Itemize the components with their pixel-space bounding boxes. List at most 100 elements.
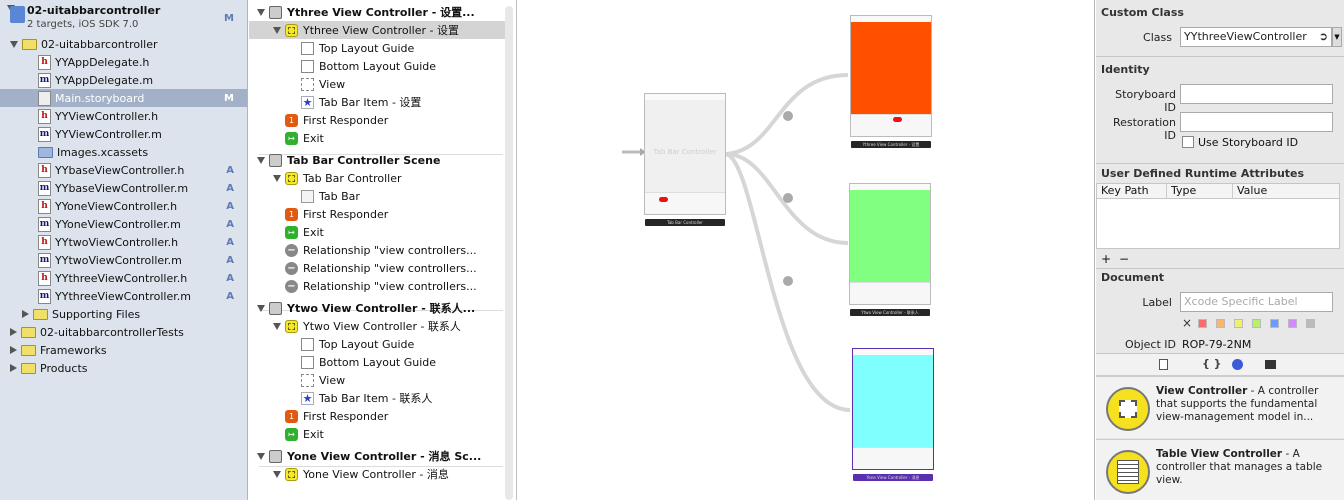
outline-item[interactable]: ↦ Exit [249, 425, 505, 443]
scene-caption: Ythree View Controller - 设置 [851, 141, 931, 148]
color-swatch[interactable] [1234, 319, 1243, 328]
outline-item[interactable]: 1 First Responder [249, 111, 505, 129]
class-field[interactable]: YYthreeViewController ➲ [1180, 27, 1332, 47]
outline-scrollbar[interactable] [505, 6, 513, 500]
outline-item[interactable]: Ytwo View Controller - 联系人 [249, 317, 505, 335]
view-controller-scene[interactable] [849, 183, 931, 305]
outline-item[interactable]: View [249, 75, 505, 93]
outline-item[interactable]: ↦ Exit [249, 129, 505, 147]
navigator-item[interactable]: m YYthreeViewController.m A [0, 287, 247, 305]
disclosure-triangle-icon[interactable] [273, 26, 281, 34]
segue-lines [622, 73, 851, 412]
color-swatch[interactable] [1288, 319, 1297, 328]
use-storyboard-id-checkbox[interactable] [1182, 136, 1194, 148]
remove-attribute-button[interactable]: − [1119, 252, 1129, 266]
disclosure-triangle-icon[interactable] [257, 452, 265, 460]
navigator-item[interactable]: m YYbaseViewController.m A [0, 179, 247, 197]
navigator-item[interactable]: m YYAppDelegate.m [0, 71, 247, 89]
disclosure-triangle-icon[interactable] [273, 322, 281, 330]
outline-item[interactable]: ↦ Exit [249, 223, 505, 241]
exit-icon: ↦ [285, 225, 298, 239]
navigator-item-label: YYViewController.m [55, 127, 162, 141]
code-snippet-icon[interactable]: { } [1202, 357, 1222, 370]
outline-item[interactable]: Bottom Layout Guide [249, 57, 505, 75]
outline-item[interactable]: Top Layout Guide [249, 39, 505, 57]
navigator-item[interactable]: Frameworks [0, 341, 247, 359]
media-library-icon[interactable] [1265, 360, 1276, 369]
navigator-item-label: Supporting Files [52, 307, 141, 321]
navigator-item[interactable]: 02-uitabbarcontroller [0, 35, 247, 53]
outline-item[interactable]: Top Layout Guide [249, 335, 505, 353]
outline-item[interactable]: Ythree View Controller - 设置... [249, 3, 505, 21]
color-swatch[interactable] [1270, 319, 1279, 328]
outline-item[interactable]: View [249, 371, 505, 389]
color-swatch[interactable] [1252, 319, 1261, 328]
outline-item[interactable]: Ythree View Controller - 设置 [249, 21, 505, 39]
navigator-item[interactable]: Products [0, 359, 247, 377]
navigator-item[interactable]: h YYbaseViewController.h A [0, 161, 247, 179]
outline-item[interactable]: − Relationship "view controllers... [249, 259, 505, 277]
navigator-item[interactable]: h YYoneViewController.h A [0, 197, 247, 215]
disclosure-triangle-icon[interactable] [10, 346, 17, 354]
disclosure-triangle-icon[interactable] [10, 364, 17, 372]
outline-item[interactable]: − Relationship "view controllers... [249, 277, 505, 295]
color-swatch[interactable] [1306, 319, 1315, 328]
object-library-icon[interactable] [1232, 359, 1243, 370]
disclosure-triangle-icon[interactable] [273, 470, 281, 478]
tab-bar-controller-scene[interactable]: Tab Bar Controller [644, 93, 726, 215]
disclosure-triangle-icon[interactable] [257, 304, 265, 312]
type-column[interactable]: Type [1167, 184, 1233, 198]
navigator-item[interactable]: m YYoneViewController.m A [0, 215, 247, 233]
document-label-field[interactable]: Xcode Specific Label [1180, 292, 1333, 312]
outline-item[interactable]: 1 First Responder [249, 205, 505, 223]
outline-item[interactable]: 1 First Responder [249, 407, 505, 425]
navigator-item[interactable]: Images.xcassets [0, 143, 247, 161]
outline-item[interactable]: Ytwo View Controller - 联系人... [249, 299, 505, 317]
key-path-column[interactable]: Key Path [1097, 184, 1167, 198]
disclosure-triangle-icon[interactable] [273, 174, 281, 182]
outline-item[interactable]: − Relationship "view controllers... [249, 241, 505, 259]
disclosure-triangle-icon[interactable] [257, 156, 265, 164]
disclosure-triangle-icon[interactable] [22, 310, 29, 318]
view-controller-scene[interactable] [852, 348, 934, 470]
outline-item[interactable]: Tab Bar [249, 187, 505, 205]
color-swatch[interactable] [1198, 319, 1207, 328]
navigator-item[interactable]: Supporting Files [0, 305, 247, 323]
color-swatch[interactable] [1216, 319, 1225, 328]
restoration-id-field[interactable] [1180, 112, 1333, 132]
outline-item[interactable]: Bottom Layout Guide [249, 353, 505, 371]
outline-item[interactable]: Tab Bar Controller Scene [249, 151, 505, 169]
navigator-item[interactable]: h YYViewController.h [0, 107, 247, 125]
clear-color-icon[interactable]: × [1182, 316, 1192, 330]
outline-item-label: Top Layout Guide [319, 337, 415, 351]
navigator-item[interactable]: m YYViewController.m [0, 125, 247, 143]
storyboard-id-field[interactable] [1180, 84, 1333, 104]
navigator-item[interactable]: m YYtwoViewController.m A [0, 251, 247, 269]
navigator-item[interactable]: 02-uitabbarcontrollerTests [0, 323, 247, 341]
view-controller-scene[interactable] [850, 15, 932, 137]
outline-item[interactable]: Yone View Controller - 消息 [249, 465, 505, 483]
value-column[interactable]: Value [1233, 184, 1333, 198]
disclosure-triangle-icon[interactable] [257, 8, 265, 16]
status-badge: A [226, 182, 234, 194]
project-root[interactable]: 02-uitabbarcontroller 2 targets, iOS SDK … [0, 3, 247, 33]
file-template-icon[interactable] [1159, 359, 1168, 370]
disclosure-triangle-icon[interactable] [10, 40, 18, 48]
disclosure-triangle-icon[interactable] [10, 328, 17, 336]
outline-item-label: Tab Bar Controller [303, 171, 402, 185]
storyboard-canvas[interactable]: Tab Bar Controller Tab Bar Controller Yt… [518, 0, 1095, 500]
runtime-attributes-table[interactable] [1096, 199, 1340, 249]
outline-item[interactable]: Yone View Controller - 消息 Sc... [249, 447, 505, 465]
navigator-item[interactable]: h YYthreeViewController.h A [0, 269, 247, 287]
library-item-table-view-controller[interactable]: Table View Controller - A controller tha… [1096, 439, 1344, 500]
outline-item[interactable]: ★ Tab Bar Item - 设置 [249, 93, 505, 111]
navigator-item[interactable]: h YYAppDelegate.h [0, 53, 247, 71]
class-dropdown-button[interactable]: ▼ [1332, 27, 1342, 47]
arrow-circle-icon[interactable]: ➲ [1319, 28, 1328, 46]
navigator-item[interactable]: h YYtwoViewController.h A [0, 233, 247, 251]
add-attribute-button[interactable]: + [1101, 252, 1111, 266]
navigator-item[interactable]: Main.storyboard M [0, 89, 247, 107]
outline-item[interactable]: Tab Bar Controller [249, 169, 505, 187]
outline-item[interactable]: ★ Tab Bar Item - 联系人 [249, 389, 505, 407]
library-item-view-controller[interactable]: View Controller - A controller that supp… [1096, 376, 1344, 438]
